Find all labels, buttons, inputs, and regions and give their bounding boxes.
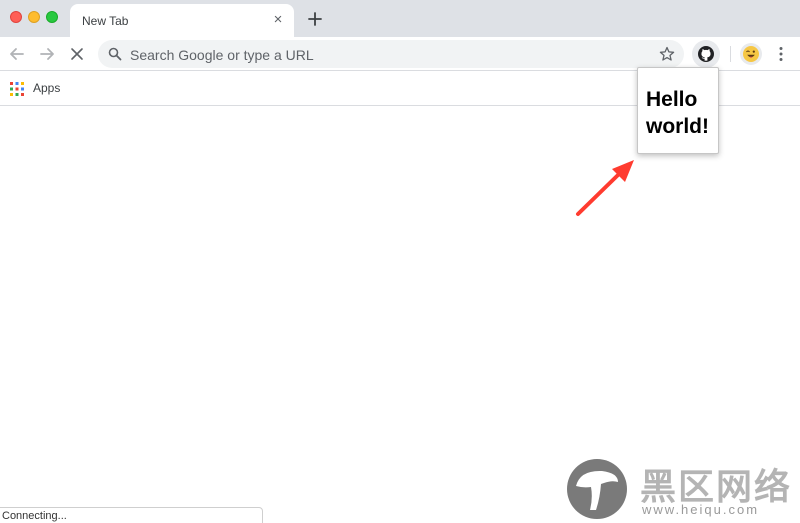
popup-heading-line2: world!: [646, 115, 709, 138]
tab-close-icon[interactable]: ×: [271, 12, 285, 27]
watermark: 黑区网络 www.heiqu.com: [566, 456, 800, 523]
apps-grid-icon[interactable]: [10, 82, 24, 96]
arrow-right-icon[interactable]: [37, 44, 57, 64]
search-icon: [108, 47, 122, 61]
browser-window: New Tab × Search Google or type a URL Ap…: [0, 0, 800, 523]
extension-popup: Hello world!: [637, 67, 719, 154]
emoji-avatar-icon[interactable]: [740, 43, 762, 65]
tab-new-tab[interactable]: New Tab ×: [70, 4, 294, 37]
window-zoom-button[interactable]: [46, 11, 58, 23]
omnibox-placeholder: Search Google or type a URL: [130, 47, 314, 63]
popup-heading-line1: Hello: [646, 88, 698, 111]
apps-bookmark[interactable]: Apps: [33, 81, 60, 95]
toolbar: Search Google or type a URL: [0, 37, 800, 70]
star-icon[interactable]: [659, 46, 675, 62]
github-icon: [698, 46, 714, 62]
tab-title: New Tab: [82, 14, 129, 28]
annotation-arrow-icon: [576, 160, 634, 216]
vertical-dots-icon[interactable]: [774, 45, 788, 63]
arrow-left-icon[interactable]: [7, 44, 27, 64]
popup-heading: Hello world!: [646, 86, 718, 140]
mushroom-logo-icon: [567, 459, 627, 519]
status-bubble: Connecting...: [0, 507, 263, 523]
plus-icon[interactable]: [305, 9, 325, 29]
watermark-url: www.heiqu.com: [642, 502, 760, 517]
window-minimize-button[interactable]: [28, 11, 40, 23]
tab-strip: New Tab ×: [0, 0, 800, 37]
status-text: Connecting...: [2, 510, 67, 522]
github-extension-button[interactable]: [692, 40, 720, 68]
close-icon[interactable]: [67, 44, 87, 64]
omnibox[interactable]: Search Google or type a URL: [98, 40, 684, 68]
toolbar-separator: [730, 46, 731, 62]
window-close-button[interactable]: [10, 11, 22, 23]
